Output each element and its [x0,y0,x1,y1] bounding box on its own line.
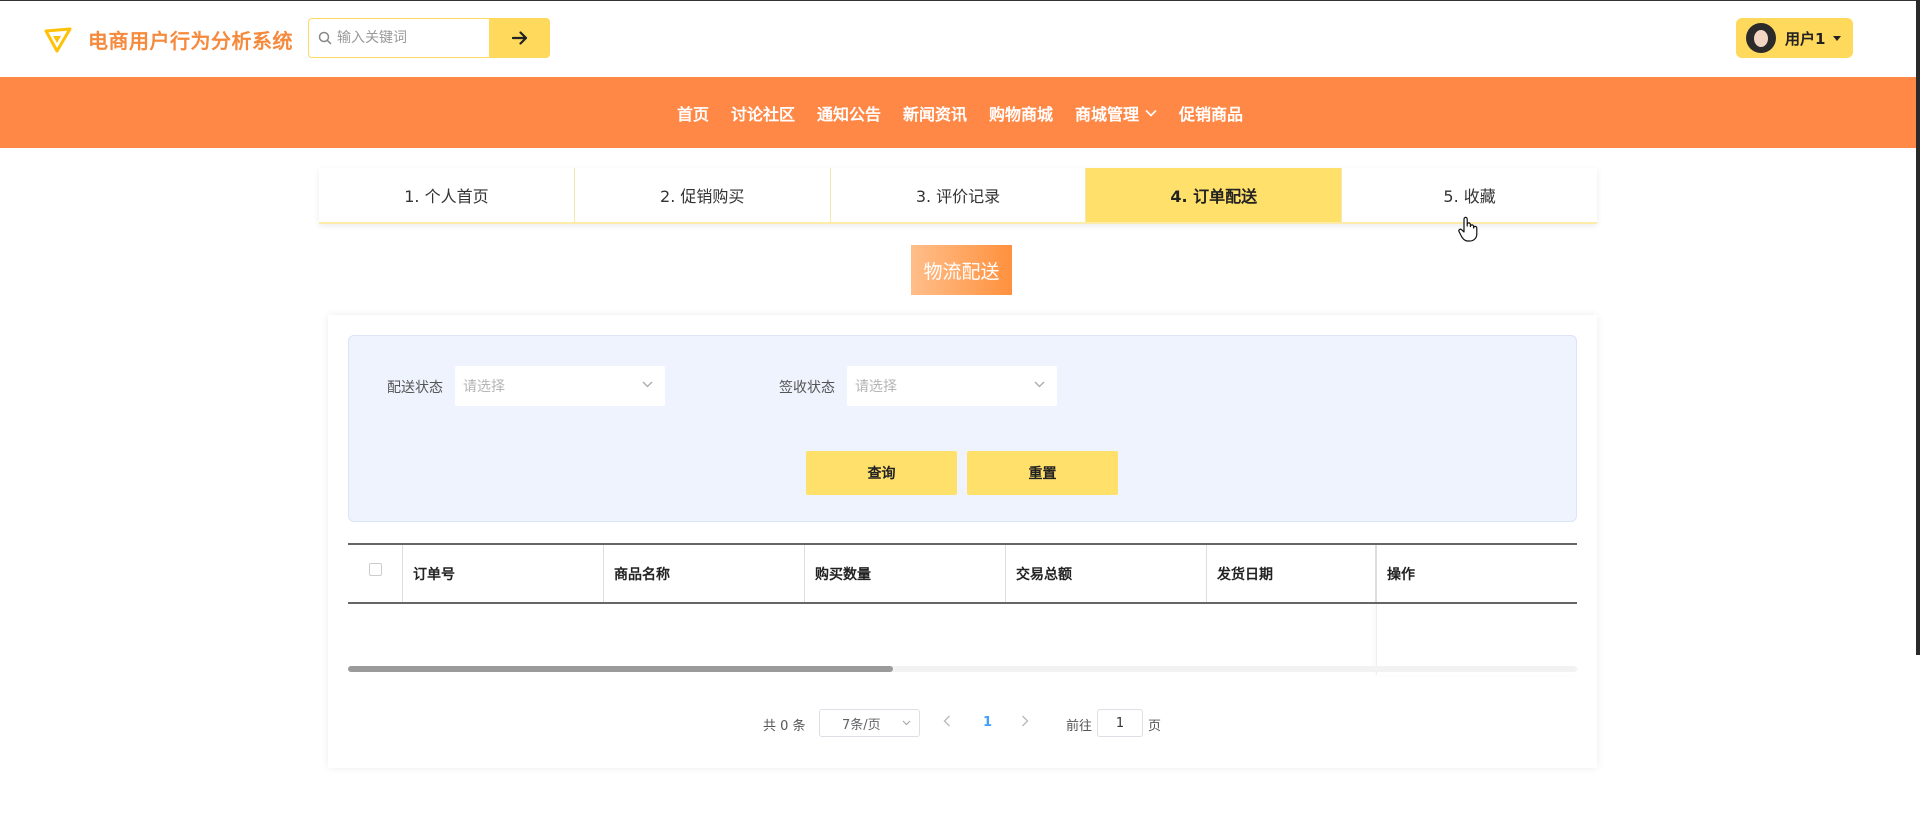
paper-plane-icon [44,27,72,52]
orders-table: 订单号 商品名称 购买数量 交易总额 发货日期 操作 [348,543,1577,675]
prev-page-icon[interactable] [943,715,951,727]
nav-item-shop-management[interactable]: 商城管理 [1075,101,1157,125]
nav-item-home[interactable]: 首页 [677,101,709,125]
filter-form: 配送状态 请选择 签收状态 请选择 查询 重置 [348,335,1577,522]
nav-item-forum[interactable]: 讨论社区 [731,101,795,125]
page-suffix-label: 页 [1148,719,1162,734]
page-number-current[interactable]: 1 [983,715,992,730]
receipt-status-label: 签收状态 [779,380,835,396]
column-header-order-no[interactable]: 订单号 [403,545,604,602]
column-header-total-amount[interactable]: 交易总额 [1006,545,1207,602]
select-all-checkbox[interactable] [368,563,382,576]
avatar [1746,23,1776,53]
tab-order-delivery[interactable]: 4. 订单配送 [1086,168,1343,222]
column-header-quantity[interactable]: 购买数量 [805,545,1006,602]
nav-item-notices[interactable]: 通知公告 [817,101,881,125]
next-page-icon[interactable] [1021,715,1029,727]
delivery-status-label: 配送状态 [387,380,443,396]
column-header-actions: 操作 [1376,545,1577,602]
receipt-status-select[interactable]: 请选择 [847,366,1057,406]
top-header: 电商用户行为分析系统 用户1 [0,0,1920,77]
nav-item-news[interactable]: 新闻资讯 [903,101,967,125]
tab-personal-home[interactable]: 1. 个人首页 [319,168,575,222]
goto-label: 前往 [1066,719,1093,734]
tab-favorites[interactable]: 5. 收藏 [1342,168,1597,222]
app-title: 电商用户行为分析系统 [88,29,293,53]
select-all-cell [348,545,403,602]
chevron-down-icon [1034,381,1045,388]
fixed-actions-column [1376,604,1577,675]
nav-item-shop[interactable]: 购物商城 [989,101,1053,125]
tab-review-records[interactable]: 3. 评价记录 [830,168,1087,222]
delivery-status-select[interactable]: 请选择 [455,366,665,406]
horizontal-scrollbar-thumb[interactable] [348,666,893,672]
tab-promotion-purchase[interactable]: 2. 促销购买 [574,168,831,222]
logo[interactable]: 电商用户行为分析系统 [44,25,293,54]
section-title: 物流配送 [911,245,1012,295]
query-button[interactable]: 查询 [806,451,957,495]
pagination: 共 0 条 7条/页 1 前往 页 [328,709,1597,737]
user-menu-button[interactable]: 用户1 [1736,18,1853,58]
arrow-right-icon [511,31,527,45]
chevron-down-icon [1145,109,1157,117]
search-box [308,18,490,58]
chevron-down-icon [642,381,653,388]
profile-tabs: 1. 个人首页 2. 促销购买 3. 评价记录 4. 订单配送 5. 收藏 [319,168,1597,224]
column-header-ship-date[interactable]: 发货日期 [1207,545,1376,602]
reset-button[interactable]: 重置 [967,451,1118,495]
column-header-product-name[interactable]: 商品名称 [604,545,805,602]
hand-pointer-cursor-icon [1458,216,1478,242]
window-vertical-scrollbar[interactable] [1916,0,1920,655]
search-icon [318,31,332,45]
nav-item-promotions[interactable]: 促销商品 [1179,101,1243,125]
search-submit-button[interactable] [489,18,550,58]
main-nav: 首页 讨论社区 通知公告 新闻资讯 购物商城 商城管理 促销商品 [0,77,1920,148]
goto-page-input[interactable] [1097,709,1143,737]
pagination-total: 共 0 条 [763,719,806,734]
user-name: 用户1 [1785,29,1826,48]
page-size-select[interactable]: 7条/页 [819,709,920,737]
delivery-panel: 配送状态 请选择 签收状态 请选择 查询 重置 订单号 商品名称 购买数量 交易… [328,315,1597,768]
chevron-down-icon [902,720,911,726]
table-header: 订单号 商品名称 购买数量 交易总额 发货日期 操作 [348,543,1577,604]
caret-down-icon [1833,35,1842,41]
search-input[interactable] [337,30,487,46]
